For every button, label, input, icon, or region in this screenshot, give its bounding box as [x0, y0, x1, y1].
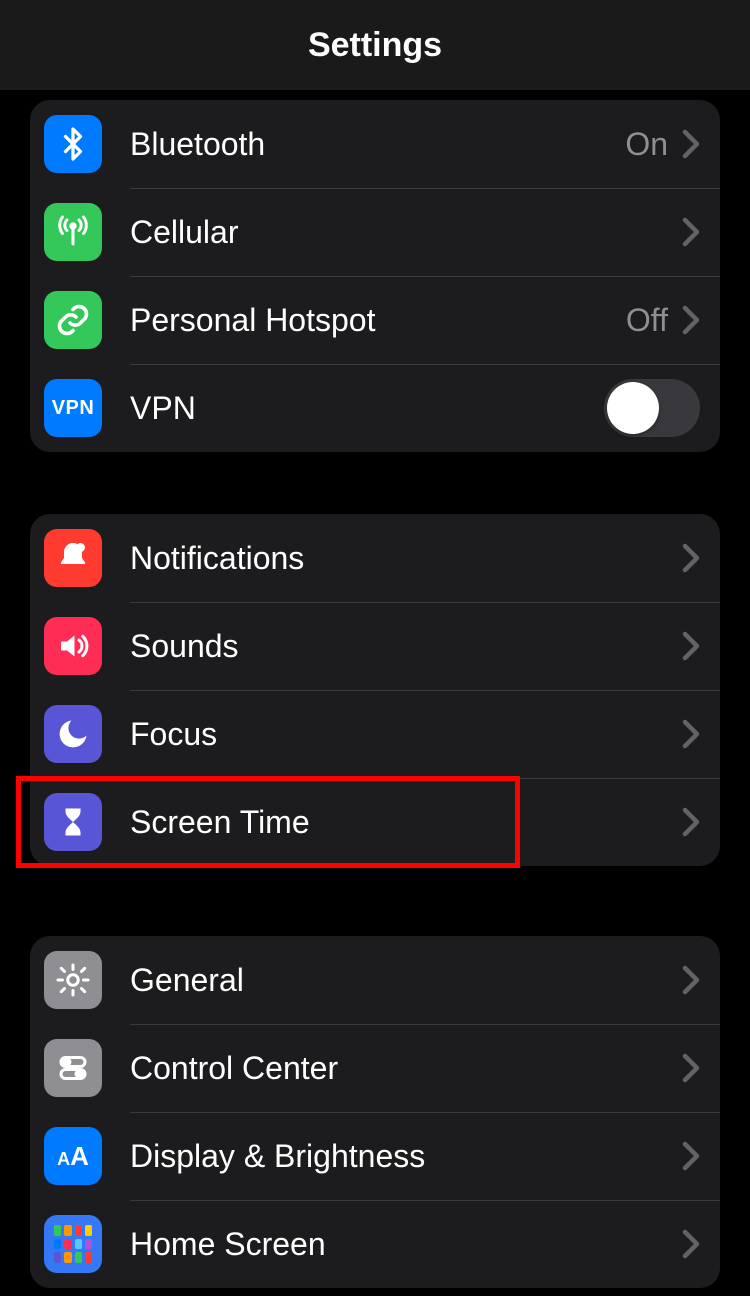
chevron-right-icon [682, 1053, 700, 1083]
row-value: Off [626, 302, 668, 339]
bluetooth-icon [44, 115, 102, 173]
divider [130, 1024, 720, 1025]
divider [130, 188, 720, 189]
chevron-right-icon [682, 631, 700, 661]
row-label: Display & Brightness [130, 1138, 682, 1175]
row-focus[interactable]: Focus [30, 690, 720, 778]
divider [130, 1112, 720, 1113]
row-label: Control Center [130, 1050, 682, 1087]
row-notifications[interactable]: Notifications [30, 514, 720, 602]
row-label: Bluetooth [130, 126, 625, 163]
settings-group-connectivity: Bluetooth On Cellular Personal Hotspot O… [30, 100, 720, 452]
chevron-right-icon [682, 305, 700, 335]
divider [130, 364, 720, 365]
hourglass-icon [44, 793, 102, 851]
divider [130, 602, 720, 603]
row-screentime[interactable]: Screen Time [30, 778, 720, 866]
chevron-right-icon [682, 965, 700, 995]
switches-icon [44, 1039, 102, 1097]
row-display[interactable]: AA Display & Brightness [30, 1112, 720, 1200]
row-bluetooth[interactable]: Bluetooth On [30, 100, 720, 188]
row-label: Sounds [130, 628, 682, 665]
row-vpn[interactable]: VPN VPN [30, 364, 720, 452]
row-homescreen[interactable]: Home Screen [30, 1200, 720, 1288]
cellular-antenna-icon [44, 203, 102, 261]
row-label: General [130, 962, 682, 999]
chevron-right-icon [682, 217, 700, 247]
moon-icon [44, 705, 102, 763]
chevron-right-icon [682, 719, 700, 749]
row-value: On [625, 126, 668, 163]
chevron-right-icon [682, 543, 700, 573]
row-sounds[interactable]: Sounds [30, 602, 720, 690]
chevron-right-icon [682, 129, 700, 159]
row-label: Personal Hotspot [130, 302, 626, 339]
toggle-knob [607, 382, 659, 434]
row-label: VPN [130, 390, 604, 427]
divider [130, 1200, 720, 1201]
divider [130, 276, 720, 277]
row-hotspot[interactable]: Personal Hotspot Off [30, 276, 720, 364]
chevron-right-icon [682, 1141, 700, 1171]
link-icon [44, 291, 102, 349]
settings-group-system: General Control Center AA Display & Brig… [30, 936, 720, 1288]
divider [130, 690, 720, 691]
row-label: Screen Time [130, 804, 682, 841]
row-label: Notifications [130, 540, 682, 577]
page-title: Settings [308, 26, 442, 65]
text-aa-icon: AA [44, 1127, 102, 1185]
row-label: Focus [130, 716, 682, 753]
app-grid-icon [44, 1215, 102, 1273]
row-general[interactable]: General [30, 936, 720, 1024]
chevron-right-icon [682, 807, 700, 837]
settings-header: Settings [0, 0, 750, 90]
row-cellular[interactable]: Cellular [30, 188, 720, 276]
chevron-right-icon [682, 1229, 700, 1259]
divider [130, 778, 720, 779]
row-label: Home Screen [130, 1226, 682, 1263]
row-controlcenter[interactable]: Control Center [30, 1024, 720, 1112]
vpn-toggle[interactable] [604, 379, 700, 437]
gear-icon [44, 951, 102, 1009]
bell-icon [44, 529, 102, 587]
vpn-text-icon: VPN [44, 379, 102, 437]
speaker-icon [44, 617, 102, 675]
row-label: Cellular [130, 214, 682, 251]
settings-group-alerts: Notifications Sounds Focus [30, 514, 720, 866]
settings-content: Bluetooth On Cellular Personal Hotspot O… [0, 100, 750, 1288]
